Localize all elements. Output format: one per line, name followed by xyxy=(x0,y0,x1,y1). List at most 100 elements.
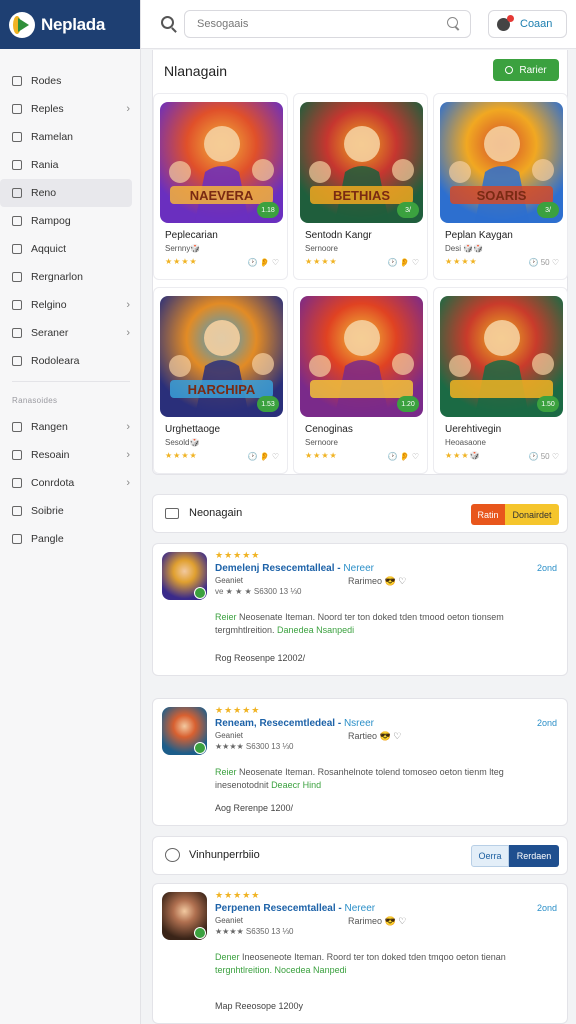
nav-divider xyxy=(12,381,130,382)
review-tag: Nereer xyxy=(344,903,376,914)
review-title[interactable]: Demelenj Resecemtalleal - Nereer xyxy=(215,563,374,574)
sidebar-item[interactable]: Rodoleara xyxy=(0,347,140,375)
review-body: Reier Neosenate Iteman. Rosanhelnote tol… xyxy=(215,766,553,792)
game-card[interactable]: BETHIAS 3/Sentodn Kangr Sernoore ★★★★ 🕑 👂 ♡ xyxy=(293,93,428,280)
section-title: Nlanagain xyxy=(164,63,228,79)
game-title: Peplan Kaygan xyxy=(445,230,513,241)
game-thumbnail[interactable]: BETHIAS 3/ xyxy=(300,102,423,223)
sidebar-item[interactable]: Seraner › xyxy=(0,319,140,347)
tab-filter-d[interactable]: Rerdaen xyxy=(509,845,559,867)
game-card[interactable]: 1.20 Cenoginas Sernoore ★★★★ 🕑 👂 ♡ xyxy=(293,287,428,474)
brand-header[interactable]: Neplada xyxy=(0,0,140,49)
reviews-title: Vinhunperrbiio xyxy=(189,849,260,861)
review-footer: Rog Reosenpe 12002/ xyxy=(215,653,306,663)
review-title-text: Demelenj Resecemtalleal - xyxy=(215,563,341,574)
sidebar-item[interactable]: Rania xyxy=(0,151,140,179)
section-search-button[interactable]: Rarier xyxy=(493,59,559,81)
nav-section-heading: Ranasoides xyxy=(12,396,58,405)
game-subtitle: Sernoore xyxy=(305,244,338,253)
sidebar-item-label: Rergnarlon xyxy=(31,271,83,283)
search-icon[interactable] xyxy=(161,16,174,29)
nav-item-icon xyxy=(12,356,22,366)
tab-filter-b[interactable]: Donairdet xyxy=(505,504,559,525)
star-rating: ★★★★ xyxy=(445,257,478,266)
verified-icon xyxy=(194,742,206,754)
sidebar-item-label: Rania xyxy=(31,159,59,171)
game-meta: 🕑 👂 ♡ xyxy=(387,452,419,461)
review-footer: Map Reeosope 1200y xyxy=(215,1001,304,1011)
game-art-title: NAEVERA xyxy=(190,188,254,203)
nav-item-icon xyxy=(12,244,22,254)
game-card[interactable]: NAEVERA 1.18 Peplecarian Sernny🎲 ★★★★ 🕑 👂 ♡ xyxy=(153,93,288,280)
review-body-tail: Danedea Nsanpedi xyxy=(277,625,355,635)
game-thumbnail[interactable]: NAEVERA 1.18 xyxy=(160,102,283,223)
review-stars: ★★★★★ xyxy=(215,705,261,715)
sidebar-item[interactable]: Rodes xyxy=(0,67,140,95)
tab-filter-c[interactable]: Oerra xyxy=(471,845,509,867)
review-title[interactable]: Perpenen Resecemtalleal - Nereer xyxy=(215,903,375,914)
game-thumbnail[interactable]: SOARIS 3/ xyxy=(440,102,563,223)
chat-icon xyxy=(165,848,180,862)
game-title: Uerehtivegin xyxy=(445,424,502,435)
game-thumbnail[interactable]: 1.50 xyxy=(440,296,563,417)
sidebar-item-label: Rampog xyxy=(31,215,71,227)
review-card[interactable]: ★★★★★ Reneam, Resecemtledeal - Nsreer 2ond… xyxy=(152,698,568,826)
sidebar-item[interactable]: Reno xyxy=(0,179,132,207)
rating-badge: 3/ xyxy=(397,202,419,218)
sidebar-item[interactable]: Rampog xyxy=(0,207,140,235)
nav-item-icon xyxy=(12,160,22,170)
reviewer-avatar[interactable] xyxy=(162,892,207,940)
review-card[interactable]: ★★★★★ Perpenen Resecemtalleal - Nereer 2on… xyxy=(152,883,568,1024)
review-body-text: Neosenate Iteman. Rosanhelnote tolend to… xyxy=(215,767,504,790)
news-title: Neonagain xyxy=(189,507,243,519)
sidebar-item[interactable]: Rergnarlon xyxy=(0,263,140,291)
game-thumbnail[interactable]: HARCHIPA 1.53 xyxy=(160,296,283,417)
game-card[interactable]: HARCHIPA 1.53 Urghettaoge Sesold🎲 ★★★★ 🕑 👂 ♡ xyxy=(153,287,288,474)
search-input[interactable]: Sesogaais xyxy=(184,10,471,38)
review-reactions: Rartieo 😎 ♡ xyxy=(348,731,402,741)
sidebar-item-label: Seraner xyxy=(31,327,69,339)
sidebar-item[interactable]: Resoain › xyxy=(0,441,140,469)
game-thumbnail[interactable]: 1.20 xyxy=(300,296,423,417)
star-rating: ★★★🎲 xyxy=(445,451,481,460)
game-card[interactable]: 1.50 Uerehtivegin Heoasaone ★★★🎲 🕑 50 ♡ xyxy=(433,287,568,474)
sidebar-item-label: Ramelan xyxy=(31,131,74,143)
game-subtitle: Sernoore xyxy=(305,438,338,447)
sidebar-item[interactable]: Relgino › xyxy=(0,291,140,319)
game-card[interactable]: SOARIS 3/Peplan Kaygan Desi 🎲🎲 ★★★★ 🕑 50 ♡ xyxy=(433,93,568,280)
notification-dot xyxy=(507,14,514,22)
tab-filter-a[interactable]: Ratin xyxy=(471,504,505,525)
review-tag: Nereer xyxy=(343,563,374,574)
nav-item-icon xyxy=(12,300,22,310)
nav-item-icon xyxy=(12,422,22,432)
sidebar-item[interactable]: Rangen › xyxy=(0,413,140,441)
search-submit-icon[interactable] xyxy=(447,17,458,28)
nav-item-icon xyxy=(12,450,22,460)
sidebar-item[interactable]: Pangle xyxy=(0,525,140,553)
game-title: Peplecarian xyxy=(165,230,218,241)
sidebar-item-label: Pangle xyxy=(31,533,64,545)
game-art-title: HARCHIPA xyxy=(188,382,256,397)
review-author: Geaniet xyxy=(215,576,244,585)
news-header: Neonagain Ratin Donairdet xyxy=(152,494,568,533)
review-time: 2ond xyxy=(536,903,557,913)
review-body-tail: tergnhtlreition. Nocedea Nanpedi xyxy=(215,965,347,975)
chevron-right-icon: › xyxy=(126,477,130,489)
user-avatar-icon xyxy=(497,14,514,31)
review-reactions: Rarimeo 😎 ♡ xyxy=(348,916,407,926)
sidebar-item[interactable]: Reples › xyxy=(0,95,140,123)
review-stars: ★★★★★ xyxy=(215,890,261,900)
sidebar-item-label: Conrdota xyxy=(31,477,75,489)
review-body-lead: Dener xyxy=(215,952,240,962)
reviewer-avatar[interactable] xyxy=(162,707,207,755)
profile-button[interactable]: Coaan xyxy=(488,10,567,38)
sidebar-item[interactable]: Soibrie xyxy=(0,497,140,525)
sidebar-item[interactable]: Conrdota › xyxy=(0,469,140,497)
sidebar-item[interactable]: Ramelan xyxy=(0,123,140,151)
reviewer-avatar[interactable] xyxy=(162,552,207,600)
review-title[interactable]: Reneam, Resecemtledeal - Nsreer xyxy=(215,718,374,729)
sidebar-item-label: Reples xyxy=(31,103,64,115)
review-card[interactable]: ★★★★★ Demelenj Resecemtalleal - Nereer 2on… xyxy=(152,543,568,676)
review-body-lead: Reier xyxy=(215,767,237,777)
sidebar-item[interactable]: Aqquict xyxy=(0,235,140,263)
